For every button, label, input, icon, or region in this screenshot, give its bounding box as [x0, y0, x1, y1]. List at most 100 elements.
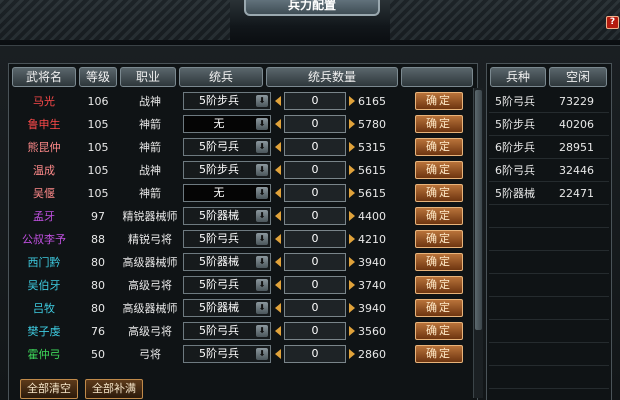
- troop-count-input[interactable]: 0: [284, 207, 346, 225]
- increase-arrow-icon[interactable]: [349, 303, 355, 313]
- increase-arrow-icon[interactable]: [349, 142, 355, 152]
- increase-arrow-icon[interactable]: [349, 257, 355, 267]
- general-row[interactable]: 孟牙 97 精锐器械师 5阶器械 ⬇ 0 4400 确定: [12, 205, 471, 228]
- decrease-arrow-icon[interactable]: [275, 234, 281, 244]
- troop-count-input[interactable]: 0: [284, 322, 346, 340]
- troop-count-input[interactable]: 0: [284, 115, 346, 133]
- troop-type-select[interactable]: 5阶器械 ⬇: [183, 299, 271, 317]
- general-level: 105: [87, 141, 109, 154]
- troop-type-select[interactable]: 无 ⬇: [183, 115, 271, 133]
- general-row[interactable]: 霍仲弓 50 弓将 5阶弓兵 ⬇ 0 2860 确定: [12, 343, 471, 366]
- general-row[interactable]: 樊子虔 76 高级弓将 5阶弓兵 ⬇ 0 3560 确定: [12, 320, 471, 343]
- increase-arrow-icon[interactable]: [349, 280, 355, 290]
- general-row[interactable]: 马光 106 战神 5阶步兵 ⬇ 0 6165 确定: [12, 90, 471, 113]
- decrease-arrow-icon[interactable]: [275, 257, 281, 267]
- general-row[interactable]: 吕牧 80 高级器械师 5阶器械 ⬇ 0 3940 确定: [12, 297, 471, 320]
- troop-type-select[interactable]: 5阶弓兵 ⬇: [183, 345, 271, 363]
- increase-arrow-icon[interactable]: [349, 234, 355, 244]
- chevron-down-icon[interactable]: ⬇: [256, 348, 268, 360]
- confirm-button[interactable]: 确定: [415, 184, 463, 202]
- chevron-down-icon[interactable]: ⬇: [256, 141, 268, 153]
- troop-count-input[interactable]: 0: [284, 161, 346, 179]
- general-row[interactable]: 鲁申生 105 神箭无 ⬇ 0 5780 确定: [12, 113, 471, 136]
- troop-count-input[interactable]: 0: [284, 92, 346, 110]
- confirm-button[interactable]: 确定: [415, 92, 463, 110]
- clear-all-button[interactable]: 全部清空: [20, 379, 78, 399]
- troop-count-input[interactable]: 0: [284, 253, 346, 271]
- increase-arrow-icon[interactable]: [349, 119, 355, 129]
- chevron-down-icon[interactable]: ⬇: [256, 325, 268, 337]
- col-header-troop-count[interactable]: 统兵数量: [266, 67, 398, 87]
- decrease-arrow-icon[interactable]: [275, 96, 281, 106]
- decrease-arrow-icon[interactable]: [275, 119, 281, 129]
- general-row[interactable]: 西门黔 80 高级器械师 5阶器械 ⬇ 0 3940 确定: [12, 251, 471, 274]
- troop-type-select[interactable]: 无 ⬇: [183, 184, 271, 202]
- chevron-down-icon[interactable]: ⬇: [256, 302, 268, 314]
- fill-all-button[interactable]: 全部补满: [85, 379, 143, 399]
- troop-count-input[interactable]: 0: [284, 276, 346, 294]
- chevron-down-icon[interactable]: ⬇: [256, 164, 268, 176]
- confirm-button[interactable]: 确定: [415, 322, 463, 340]
- general-row[interactable]: 公叔李予 88 精锐弓将 5阶弓兵 ⬇ 0 4210 确定: [12, 228, 471, 251]
- col-header-troop-type[interactable]: 兵种: [490, 67, 546, 87]
- general-row[interactable]: 吴伯牙 80 高级弓将 5阶弓兵 ⬇ 0 3740 确定: [12, 274, 471, 297]
- troop-count-input[interactable]: 0: [284, 345, 346, 363]
- troop-count-input[interactable]: 0: [284, 299, 346, 317]
- chevron-down-icon[interactable]: ⬇: [256, 118, 268, 130]
- general-row[interactable]: 熊昆仲 105 神箭 5阶弓兵 ⬇ 0 5315 确定: [12, 136, 471, 159]
- troop-type-select[interactable]: 5阶步兵 ⬇: [183, 161, 271, 179]
- troop-max-count: 3940: [358, 256, 386, 269]
- decrease-arrow-icon[interactable]: [275, 349, 281, 359]
- increase-arrow-icon[interactable]: [349, 96, 355, 106]
- decrease-arrow-icon[interactable]: [275, 211, 281, 221]
- troop-pool-row: 5阶器械 22471: [489, 182, 609, 205]
- general-row[interactable]: 吴偃 105 神箭无 ⬇ 0 5615 确定: [12, 182, 471, 205]
- chevron-down-icon[interactable]: ⬇: [256, 95, 268, 107]
- scrollbar-thumb[interactable]: [475, 90, 482, 330]
- troop-type-select[interactable]: 5阶器械 ⬇: [183, 253, 271, 271]
- confirm-button[interactable]: 确定: [415, 299, 463, 317]
- decrease-arrow-icon[interactable]: [275, 188, 281, 198]
- help-button[interactable]: ?: [606, 16, 619, 29]
- troop-type-select[interactable]: 5阶步兵 ⬇: [183, 92, 271, 110]
- decrease-arrow-icon[interactable]: [275, 142, 281, 152]
- chevron-down-icon[interactable]: ⬇: [256, 210, 268, 222]
- confirm-button[interactable]: 确定: [415, 207, 463, 225]
- troop-type-select[interactable]: 5阶弓兵 ⬇: [183, 138, 271, 156]
- col-header-free[interactable]: 空闲: [549, 67, 607, 87]
- col-header-level[interactable]: 等级: [79, 67, 117, 87]
- chevron-down-icon[interactable]: ⬇: [256, 256, 268, 268]
- chevron-down-icon[interactable]: ⬇: [256, 233, 268, 245]
- troop-type-select[interactable]: 5阶弓兵 ⬇: [183, 276, 271, 294]
- confirm-button[interactable]: 确定: [415, 345, 463, 363]
- troop-count-input[interactable]: 0: [284, 230, 346, 248]
- troop-count-input[interactable]: 0: [284, 184, 346, 202]
- increase-arrow-icon[interactable]: [349, 349, 355, 359]
- confirm-button[interactable]: 确定: [415, 253, 463, 271]
- chevron-down-icon[interactable]: ⬇: [256, 279, 268, 291]
- troop-type-select[interactable]: 5阶弓兵 ⬇: [183, 230, 271, 248]
- troop-type-select[interactable]: 5阶器械 ⬇: [183, 207, 271, 225]
- confirm-button[interactable]: 确定: [415, 161, 463, 179]
- general-level: 105: [87, 187, 109, 200]
- confirm-button[interactable]: 确定: [415, 230, 463, 248]
- troop-type-select[interactable]: 5阶弓兵 ⬇: [183, 322, 271, 340]
- decrease-arrow-icon[interactable]: [275, 303, 281, 313]
- increase-arrow-icon[interactable]: [349, 326, 355, 336]
- col-header-troop[interactable]: 统兵: [179, 67, 263, 87]
- decrease-arrow-icon[interactable]: [275, 326, 281, 336]
- decrease-arrow-icon[interactable]: [275, 280, 281, 290]
- confirm-button[interactable]: 确定: [415, 138, 463, 156]
- col-header-job[interactable]: 职业: [120, 67, 176, 87]
- general-row[interactable]: 温成 105 战神 5阶步兵 ⬇ 0 5615 确定: [12, 159, 471, 182]
- confirm-button[interactable]: 确定: [415, 276, 463, 294]
- increase-arrow-icon[interactable]: [349, 188, 355, 198]
- decrease-arrow-icon[interactable]: [275, 165, 281, 175]
- troop-count-input[interactable]: 0: [284, 138, 346, 156]
- col-header-name[interactable]: 武将名: [12, 67, 76, 87]
- increase-arrow-icon[interactable]: [349, 211, 355, 221]
- confirm-button[interactable]: 确定: [415, 115, 463, 133]
- chevron-down-icon[interactable]: ⬇: [256, 187, 268, 199]
- increase-arrow-icon[interactable]: [349, 165, 355, 175]
- table-scrollbar[interactable]: [473, 88, 483, 398]
